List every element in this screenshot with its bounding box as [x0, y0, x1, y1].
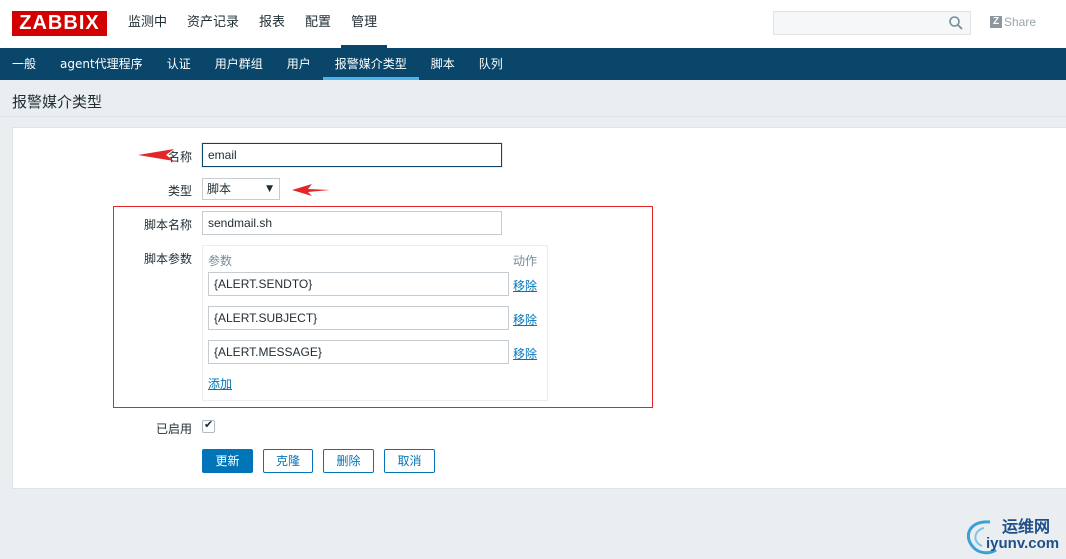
enabled-checkbox[interactable]: ✔	[202, 418, 215, 433]
share-link[interactable]: Z Share	[990, 15, 1036, 29]
watermark-title: 运维网	[1002, 517, 1051, 536]
type-select-value: 脚本	[207, 182, 232, 196]
clone-button[interactable]: 克隆	[263, 449, 313, 473]
watermark-domain: iyunv.com	[986, 535, 1060, 552]
param-field-message[interactable]: {ALERT.MESSAGE}	[208, 340, 509, 364]
page-title: 报警媒介类型	[12, 93, 103, 111]
title-divider	[0, 116, 1066, 117]
subnav-item-user-groups[interactable]: 用户群组	[203, 48, 275, 80]
script-name-field[interactable]: sendmail.sh	[202, 211, 502, 235]
param-field-sendto[interactable]: {ALERT.SENDTO}	[208, 272, 509, 296]
top-header: ZABBIX 监测中 资产记录 报表 配置 管理 Z Share	[0, 0, 1066, 48]
delete-button[interactable]: 删除	[323, 449, 374, 473]
nav-item-monitoring[interactable]: 监测中	[118, 0, 177, 48]
dropdown-caret-icon: ▼	[266, 184, 273, 194]
remove-param-link[interactable]: 移除	[513, 311, 537, 328]
checkmark-icon: ✔	[204, 418, 214, 431]
script-params-label: 脚本参数	[143, 252, 192, 266]
nav-item-configuration[interactable]: 配置	[295, 0, 341, 48]
subnav-item-proxies[interactable]: agent代理程序	[48, 48, 155, 80]
actions-column-header: 动作	[513, 254, 538, 268]
name-field[interactable]: email	[202, 143, 502, 167]
subnav-item-queue[interactable]: 队列	[467, 48, 515, 80]
update-button[interactable]: 更新	[202, 449, 253, 473]
nav-item-administration[interactable]: 管理	[341, 0, 388, 48]
script-params-table: 参数 动作 {ALERT.SENDTO} 移除 {ALERT.SUBJECT} …	[202, 245, 548, 401]
subnav-item-users[interactable]: 用户	[275, 48, 323, 80]
sub-nav: 一般 agent代理程序 认证 用户群组 用户 报警媒介类型 脚本 队列	[0, 48, 1066, 80]
params-column-header: 参数	[208, 254, 233, 268]
nav-item-reports[interactable]: 报表	[249, 0, 295, 48]
param-field-subject[interactable]: {ALERT.SUBJECT}	[208, 306, 509, 330]
remove-param-link[interactable]: 移除	[513, 277, 537, 294]
subnav-item-scripts[interactable]: 脚本	[419, 48, 467, 80]
annotation-arrow-icon	[138, 149, 174, 161]
main-nav: 监测中 资产记录 报表 配置 管理	[118, 0, 388, 48]
subnav-item-media-types[interactable]: 报警媒介类型	[322, 48, 419, 80]
zabbix-share-icon: Z	[990, 16, 1002, 28]
annotation-arrow-icon	[292, 184, 330, 196]
zabbix-logo[interactable]: ZABBIX	[12, 11, 107, 36]
remove-param-link[interactable]: 移除	[513, 345, 537, 362]
nav-item-inventory[interactable]: 资产记录	[177, 0, 249, 48]
subnav-item-general[interactable]: 一般	[0, 48, 48, 80]
search-input[interactable]	[773, 11, 971, 35]
type-label: 类型	[167, 184, 192, 198]
search-icon[interactable]	[948, 15, 964, 31]
share-label: Share	[1004, 15, 1037, 29]
enabled-label: 已启用	[155, 422, 192, 436]
subnav-item-authentication[interactable]: 认证	[155, 48, 203, 80]
script-name-label: 脚本名称	[143, 218, 192, 232]
add-param-link[interactable]: 添加	[208, 375, 232, 392]
type-select[interactable]: 脚本 ▼	[202, 178, 280, 200]
cancel-button[interactable]: 取消	[384, 449, 435, 473]
